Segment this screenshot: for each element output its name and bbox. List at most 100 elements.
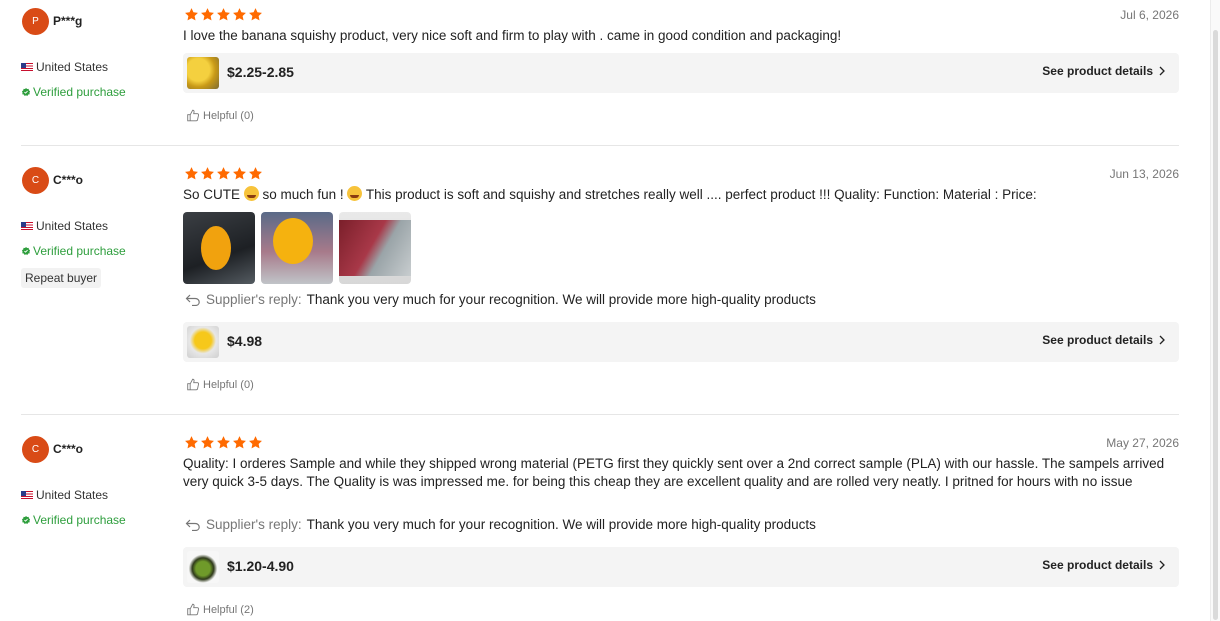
supplier-reply: Supplier's reply: Thank you very much fo…	[185, 292, 816, 307]
review-text: I love the banana squishy product, very …	[183, 28, 842, 43]
thumbs-up-icon	[186, 109, 200, 122]
page-scrollbar[interactable]	[1210, 0, 1220, 621]
smiling-face-emoji-icon	[243, 186, 259, 201]
chevron-right-icon	[1159, 335, 1165, 345]
product-thumbnail[interactable]	[187, 326, 219, 358]
supplier-reply-text: Thank you very much for your recognition…	[306, 292, 816, 307]
verified-check-icon	[22, 516, 30, 524]
country-label: United States	[36, 60, 109, 74]
star-icon	[200, 435, 215, 450]
see-product-details-link[interactable]: See product details	[1042, 558, 1165, 572]
product-summary[interactable]: $2.25-2.85 See product details	[183, 53, 1179, 93]
helpful-button[interactable]: Helpful (2)	[186, 603, 254, 616]
country-label: United States	[36, 219, 109, 233]
review-text: So CUTE so much fun ! This product is so…	[183, 186, 1183, 204]
reviewer-name: P***g	[53, 14, 83, 28]
reviewer-country: United States	[21, 60, 108, 74]
star-icon	[248, 166, 263, 181]
heart-eyes-emoji-icon	[347, 186, 363, 201]
star-icon	[200, 166, 215, 181]
review-text: Quality: I orderes Sample and while they…	[183, 456, 1165, 489]
helpful-button[interactable]: Helpful (0)	[186, 378, 254, 391]
star-icon	[184, 7, 199, 22]
star-rating	[184, 7, 263, 22]
product-price: $1.20-4.90	[227, 558, 294, 574]
star-icon	[184, 435, 199, 450]
star-icon	[200, 7, 215, 22]
see-product-details-link[interactable]: See product details	[1042, 64, 1165, 78]
reviewer-country: United States	[21, 219, 108, 233]
repeat-buyer-badge: Repeat buyer	[21, 268, 102, 288]
star-icon	[216, 7, 231, 22]
review-photo[interactable]	[261, 212, 333, 284]
reviewer-name: C***o	[53, 442, 84, 456]
see-product-details-label: See product details	[1042, 333, 1153, 347]
review-photo[interactable]	[339, 212, 411, 284]
verified-check-icon	[22, 88, 30, 96]
supplier-reply-label: Supplier's reply:	[206, 292, 302, 307]
supplier-reply-label: Supplier's reply:	[206, 517, 302, 532]
star-icon	[232, 166, 247, 181]
reply-arrow-icon	[185, 294, 201, 306]
star-icon	[248, 435, 263, 450]
avatar: C	[22, 436, 49, 463]
review-card: C C***o United States Verified purchase …	[0, 428, 1200, 621]
star-icon	[216, 435, 231, 450]
thumbs-up-icon	[186, 603, 200, 616]
verified-check-icon	[22, 247, 30, 255]
us-flag-icon	[21, 63, 33, 71]
see-product-details-link[interactable]: See product details	[1042, 333, 1165, 347]
review-date: Jun 13, 2026	[1109, 167, 1179, 181]
verified-purchase: Verified purchase	[22, 244, 126, 258]
star-icon	[232, 7, 247, 22]
verified-label: Verified purchase	[33, 513, 126, 527]
product-thumbnail[interactable]	[187, 57, 219, 89]
us-flag-icon	[21, 491, 33, 499]
reviewer-name: C***o	[53, 173, 84, 187]
scrollbar-thumb[interactable]	[1213, 30, 1218, 620]
chevron-right-icon	[1159, 66, 1165, 76]
reviewer-country: United States	[21, 488, 108, 502]
verified-purchase: Verified purchase	[22, 513, 126, 527]
review-photos	[183, 212, 411, 284]
star-icon	[184, 166, 199, 181]
review-text-part: This product is soft and squishy and str…	[365, 187, 1037, 202]
star-rating	[184, 435, 263, 450]
product-price: $4.98	[227, 333, 263, 349]
product-summary[interactable]: $4.98 See product details	[183, 322, 1179, 362]
helpful-label: Helpful (2)	[203, 603, 254, 616]
thumbs-up-icon	[186, 378, 200, 391]
helpful-button[interactable]: Helpful (0)	[186, 109, 254, 122]
avatar: C	[22, 167, 49, 194]
country-label: United States	[36, 488, 109, 502]
supplier-reply: Supplier's reply: Thank you very much fo…	[185, 517, 816, 532]
avatar: P	[22, 8, 49, 35]
review-date: Jul 6, 2026	[1120, 8, 1179, 22]
chevron-right-icon	[1159, 560, 1165, 570]
product-summary[interactable]: $1.20-4.90 See product details	[183, 547, 1179, 587]
helpful-label: Helpful (0)	[203, 109, 254, 122]
us-flag-icon	[21, 222, 33, 230]
star-rating	[184, 166, 263, 181]
verified-label: Verified purchase	[33, 244, 126, 258]
review-text-part: so much fun !	[262, 187, 344, 202]
review-card: C C***o United States Verified purchase …	[0, 159, 1200, 415]
see-product-details-label: See product details	[1042, 64, 1153, 78]
star-icon	[216, 166, 231, 181]
review-date: May 27, 2026	[1106, 436, 1179, 450]
see-product-details-label: See product details	[1042, 558, 1153, 572]
review-photo[interactable]	[183, 212, 255, 284]
review-text-part: So CUTE	[183, 187, 241, 202]
supplier-reply-text: Thank you very much for your recognition…	[306, 517, 816, 532]
divider	[21, 414, 1179, 415]
product-thumbnail[interactable]	[187, 551, 219, 583]
product-price: $2.25-2.85	[227, 64, 294, 80]
reply-arrow-icon	[185, 519, 201, 531]
star-icon	[232, 435, 247, 450]
helpful-label: Helpful (0)	[203, 378, 254, 391]
star-icon	[248, 7, 263, 22]
review-card: P P***g United States Verified purchase …	[0, 0, 1200, 146]
verified-purchase: Verified purchase	[22, 85, 126, 99]
verified-label: Verified purchase	[33, 85, 126, 99]
divider	[21, 145, 1179, 146]
